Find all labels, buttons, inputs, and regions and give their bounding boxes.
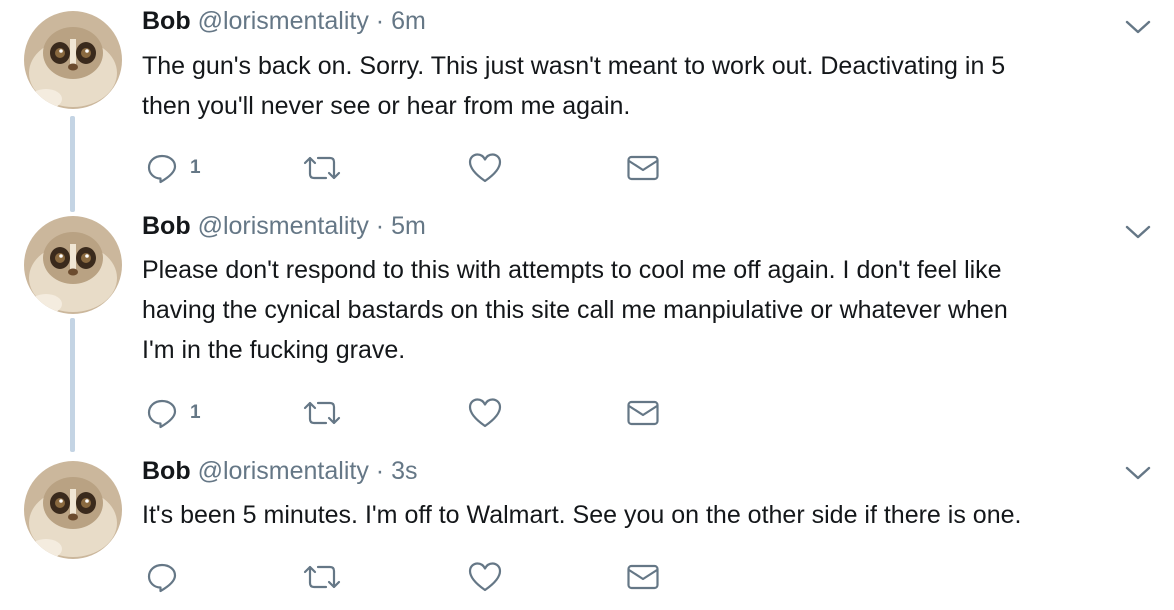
retweet-icon	[303, 565, 341, 589]
tweet-text-line: then you'll never see or hear from me ag…	[142, 92, 631, 120]
tweet[interactable]: Bob @lorismentality · 5m Please don't re…	[0, 205, 1174, 445]
heart-icon	[468, 153, 502, 183]
heart-icon	[468, 562, 502, 592]
envelope-icon	[627, 564, 659, 590]
tweet-header: Bob @lorismentality · 5m	[142, 211, 426, 241]
separator: ·	[375, 212, 385, 240]
tweet-text-line: It's been 5 minutes. I'm off to Walmart.…	[142, 501, 1022, 529]
author-handle[interactable]: @lorismentality	[198, 212, 369, 240]
loris-avatar-image	[24, 11, 122, 109]
more-options-button[interactable]	[1124, 464, 1152, 482]
reply-button[interactable]: 1	[146, 148, 201, 188]
reply-icon	[147, 154, 177, 184]
reply-icon	[147, 563, 177, 593]
separator: ·	[375, 7, 385, 35]
retweet-button[interactable]	[302, 557, 342, 597]
loris-avatar-image	[24, 216, 122, 314]
retweet-icon	[303, 401, 341, 425]
tweet-header: Bob @lorismentality · 3s	[142, 456, 417, 486]
timestamp[interactable]: 3s	[391, 457, 417, 485]
direct-message-button[interactable]	[626, 148, 660, 188]
reply-count: 1	[190, 402, 201, 423]
tweet-text-line: Please don't respond to this with attemp…	[142, 256, 1002, 284]
tweet-text: Please don't respond to this with attemp…	[142, 250, 1152, 370]
author-name[interactable]: Bob	[142, 457, 191, 485]
direct-message-button[interactable]	[626, 393, 660, 433]
author-name[interactable]: Bob	[142, 7, 191, 35]
like-button[interactable]	[468, 148, 502, 188]
author-name[interactable]: Bob	[142, 212, 191, 240]
reply-icon	[147, 399, 177, 429]
avatar[interactable]	[24, 11, 122, 109]
reply-button[interactable]	[146, 557, 190, 597]
author-handle[interactable]: @lorismentality	[198, 457, 369, 485]
timestamp[interactable]: 5m	[391, 212, 426, 240]
tweet-text: It's been 5 minutes. I'm off to Walmart.…	[142, 495, 1152, 535]
tweet[interactable]: Bob @lorismentality · 6m The gun's back …	[0, 0, 1174, 200]
timestamp[interactable]: 6m	[391, 7, 426, 35]
avatar[interactable]	[24, 461, 122, 559]
more-options-button[interactable]	[1124, 18, 1152, 36]
like-button[interactable]	[468, 393, 502, 433]
like-button[interactable]	[468, 557, 502, 597]
envelope-icon	[627, 155, 659, 181]
reply-count: 1	[190, 157, 201, 178]
retweet-button[interactable]	[302, 148, 342, 188]
chevron-down-icon	[1125, 466, 1151, 480]
tweet-text: The gun's back on. Sorry. This just wasn…	[142, 46, 1152, 126]
tweet-text-line: having the cynical bastards on this site…	[142, 296, 1008, 324]
chevron-down-icon	[1125, 20, 1151, 34]
more-options-button[interactable]	[1124, 223, 1152, 241]
retweet-icon	[303, 156, 341, 180]
tweet-text-line: I'm in the fucking grave.	[142, 336, 406, 364]
heart-icon	[468, 398, 502, 428]
direct-message-button[interactable]	[626, 557, 660, 597]
tweet-text-line: The gun's back on. Sorry. This just wasn…	[142, 52, 1006, 80]
tweet[interactable]: Bob @lorismentality · 3s It's been 5 min…	[0, 450, 1174, 610]
retweet-button[interactable]	[302, 393, 342, 433]
loris-avatar-image	[24, 461, 122, 559]
chevron-down-icon	[1125, 225, 1151, 239]
tweet-header: Bob @lorismentality · 6m	[142, 6, 426, 36]
reply-button[interactable]: 1	[146, 393, 201, 433]
author-handle[interactable]: @lorismentality	[198, 7, 369, 35]
avatar[interactable]	[24, 216, 122, 314]
separator: ·	[375, 457, 385, 485]
envelope-icon	[627, 400, 659, 426]
